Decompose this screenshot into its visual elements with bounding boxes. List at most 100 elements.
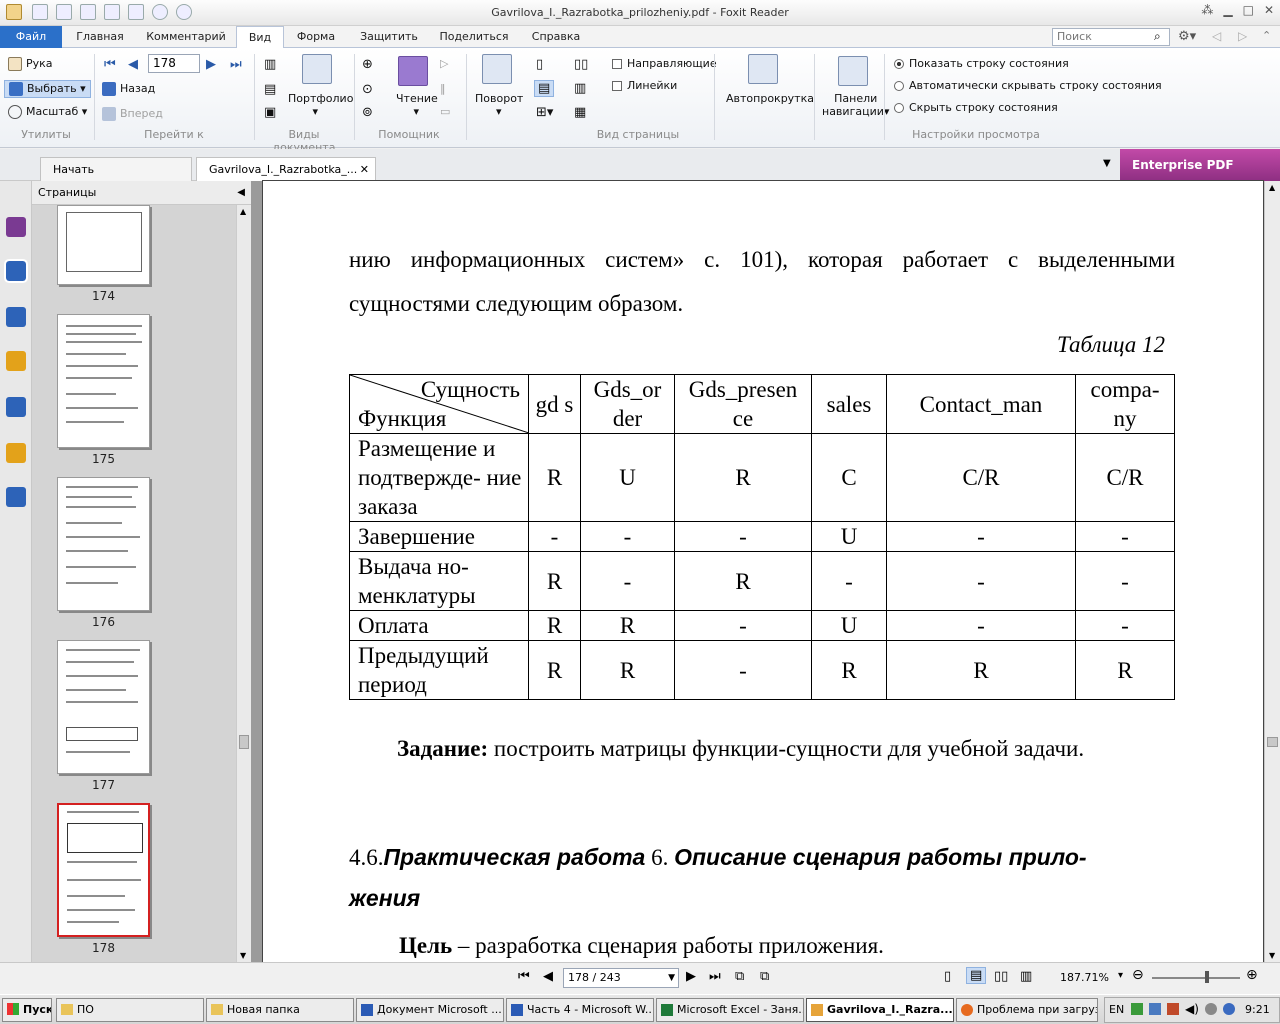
tab-help[interactable]: Справка	[524, 26, 588, 48]
taskbar-item[interactable]: Microsoft Excel - Заня...	[656, 998, 804, 1022]
next-page-icon[interactable]: ▶	[206, 57, 216, 72]
loupe-icon[interactable]: ⊙	[362, 82, 373, 97]
forward-button[interactable]: Вперед	[102, 107, 163, 121]
tray-app-icon[interactable]	[1205, 1003, 1217, 1015]
last-page-icon[interactable]: ⏭	[230, 57, 242, 72]
language-indicator[interactable]: EN	[1109, 1003, 1124, 1016]
scroll-down-icon[interactable]: ▼	[240, 951, 246, 960]
text-view-icon[interactable]: ▤	[264, 82, 276, 97]
continuous-view-icon[interactable]: ▤	[966, 967, 987, 984]
page-thumbnail-current[interactable]	[57, 803, 150, 937]
prev-page-icon[interactable]: ◀	[543, 969, 553, 984]
attachments-icon[interactable]	[6, 397, 26, 417]
taskbar-item[interactable]: Документ Microsoft ...	[356, 998, 504, 1022]
back-button[interactable]: Назад	[102, 82, 155, 96]
continuous-facing-icon[interactable]: ▥	[574, 81, 586, 96]
layers-icon[interactable]	[6, 307, 26, 327]
tab-current-document[interactable]: Gavrilova_I._Razrabotka_... ✕	[196, 157, 376, 181]
maximize-icon[interactable]: □	[1243, 3, 1254, 17]
zoom-tool-button[interactable]: Масштаб ▾	[8, 105, 87, 119]
document-scrollbar[interactable]: ▲ ▼	[1264, 181, 1280, 962]
minimize-icon[interactable]: ▁	[1223, 3, 1232, 17]
settings-gear-icon[interactable]: ⚙▾	[1178, 29, 1196, 44]
thumbnails-scrollbar[interactable]: ▲ ▼	[236, 205, 251, 962]
page-transition-icon[interactable]: ▦	[574, 105, 586, 120]
zoom-slider-handle[interactable]	[1205, 971, 1209, 983]
page-count-field[interactable]: 178 / 243 ▼	[563, 968, 679, 988]
hand-tool-button[interactable]: Рука	[8, 57, 53, 71]
rotate-button[interactable]: Поворот ▾	[475, 92, 523, 118]
collapse-panel-icon[interactable]: ◀	[237, 181, 245, 205]
last-page-icon[interactable]: ⏭	[709, 969, 721, 984]
close-tab-icon[interactable]: ✕	[360, 158, 369, 182]
page-thumbnail[interactable]	[57, 205, 150, 285]
show-statusbar-radio[interactable]: Показать строку состояния	[894, 57, 1069, 70]
tab-home[interactable]: Главная	[70, 26, 130, 48]
facing-page-icon[interactable]: ▯▯	[574, 57, 588, 72]
facing-view-icon[interactable]: ▯▯	[994, 969, 1008, 984]
autohide-statusbar-radio[interactable]: Автоматически скрывать строку состояния	[894, 79, 1162, 92]
prev-page-icon[interactable]: ◀	[128, 57, 138, 72]
reflow-view-icon[interactable]: ▣	[264, 105, 276, 120]
start-button[interactable]: Пуск	[2, 998, 52, 1022]
pages-icon[interactable]	[4, 259, 28, 283]
tab-file[interactable]: Файл	[0, 26, 62, 48]
comments-icon[interactable]	[6, 351, 26, 371]
tray-app-icon[interactable]	[1167, 1003, 1179, 1015]
zoom-in-icon[interactable]: ⊕	[1246, 967, 1258, 983]
scroll-up-icon[interactable]: ▲	[1269, 183, 1275, 192]
scrollbar-thumb[interactable]	[1267, 737, 1278, 747]
rulers-checkbox[interactable]: Линейки	[612, 79, 677, 92]
nav-back-icon[interactable]: ◁	[1212, 29, 1221, 43]
ribbon-toggle-icon[interactable]: ⁂	[1201, 3, 1213, 17]
next-view-icon[interactable]: ⧉	[760, 969, 769, 984]
tab-form[interactable]: Форма	[290, 26, 342, 48]
tab-protect[interactable]: Защитить	[354, 26, 424, 48]
nav-panels-button[interactable]: Панели навигации▾	[822, 92, 889, 118]
tab-share[interactable]: Поделиться	[436, 26, 512, 48]
bookmarks-icon[interactable]	[6, 217, 26, 237]
taskbar-item[interactable]: ПО	[56, 998, 204, 1022]
tray-app-icon[interactable]	[1223, 1003, 1235, 1015]
signature-icon[interactable]	[6, 487, 26, 507]
tray-app-icon[interactable]	[1131, 1003, 1143, 1015]
search-icon[interactable]: ⌕	[1154, 29, 1161, 44]
page-thumbnail[interactable]	[57, 314, 150, 448]
tab-list-dropdown-icon[interactable]: ▼	[1103, 158, 1111, 169]
taskbar-item[interactable]: Часть 4 - Microsoft W...	[506, 998, 654, 1022]
dropdown-arrow-icon[interactable]: ▼	[668, 969, 675, 987]
taskbar-item-active[interactable]: Gavrilova_I._Razra...	[806, 998, 954, 1022]
scrollbar-thumb[interactable]	[239, 735, 249, 749]
single-page-icon[interactable]: ▯	[536, 57, 543, 72]
page-thumbnail[interactable]	[57, 477, 150, 611]
taskbar-item[interactable]: Новая папка	[206, 998, 354, 1022]
next-page-icon[interactable]: ▶	[686, 969, 696, 984]
page-thumbnail[interactable]	[57, 640, 150, 774]
tab-comment[interactable]: Комментарий	[140, 26, 232, 48]
magnifier-icon[interactable]: ⊕	[362, 57, 373, 72]
tab-start[interactable]: Начать	[40, 157, 192, 181]
continuous-facing-view-icon[interactable]: ▥	[1020, 969, 1032, 984]
security-lock-icon[interactable]	[6, 443, 26, 463]
first-page-icon[interactable]: ⏮	[104, 57, 116, 72]
zoom-out-icon[interactable]: ⊖	[1132, 967, 1144, 983]
area-zoom-icon[interactable]: ⊚	[362, 105, 373, 120]
page-number-input[interactable]: 178	[148, 54, 200, 73]
scroll-down-icon[interactable]: ▼	[1269, 951, 1275, 960]
previous-view-icon[interactable]: ⧉	[735, 969, 744, 984]
volume-icon[interactable]: ◀)	[1185, 1002, 1199, 1016]
taskbar-item[interactable]: Проблема при загруз...	[956, 998, 1098, 1022]
split-view-icon[interactable]: ⊞▾	[536, 105, 553, 120]
first-page-icon[interactable]: ⏮	[518, 969, 530, 984]
zoom-dropdown-icon[interactable]: ▾	[1118, 970, 1123, 981]
autoscroll-button[interactable]: Автопрокрутка	[726, 92, 814, 105]
tab-view[interactable]: Вид	[236, 26, 284, 49]
select-tool-button[interactable]: Выбрать ▾	[4, 80, 91, 98]
zoom-level[interactable]: 187.71%	[1060, 971, 1109, 984]
expand-icon[interactable]: ⌃	[1262, 29, 1271, 42]
portfolio-button[interactable]: Портфолио ▾	[288, 92, 353, 118]
search-input[interactable]: Поиск	[1052, 28, 1170, 46]
hide-statusbar-radio[interactable]: Скрыть строку состояния	[894, 101, 1058, 114]
guides-checkbox[interactable]: Направляющие	[612, 57, 717, 70]
continuous-page-icon[interactable]: ▤	[534, 80, 555, 97]
